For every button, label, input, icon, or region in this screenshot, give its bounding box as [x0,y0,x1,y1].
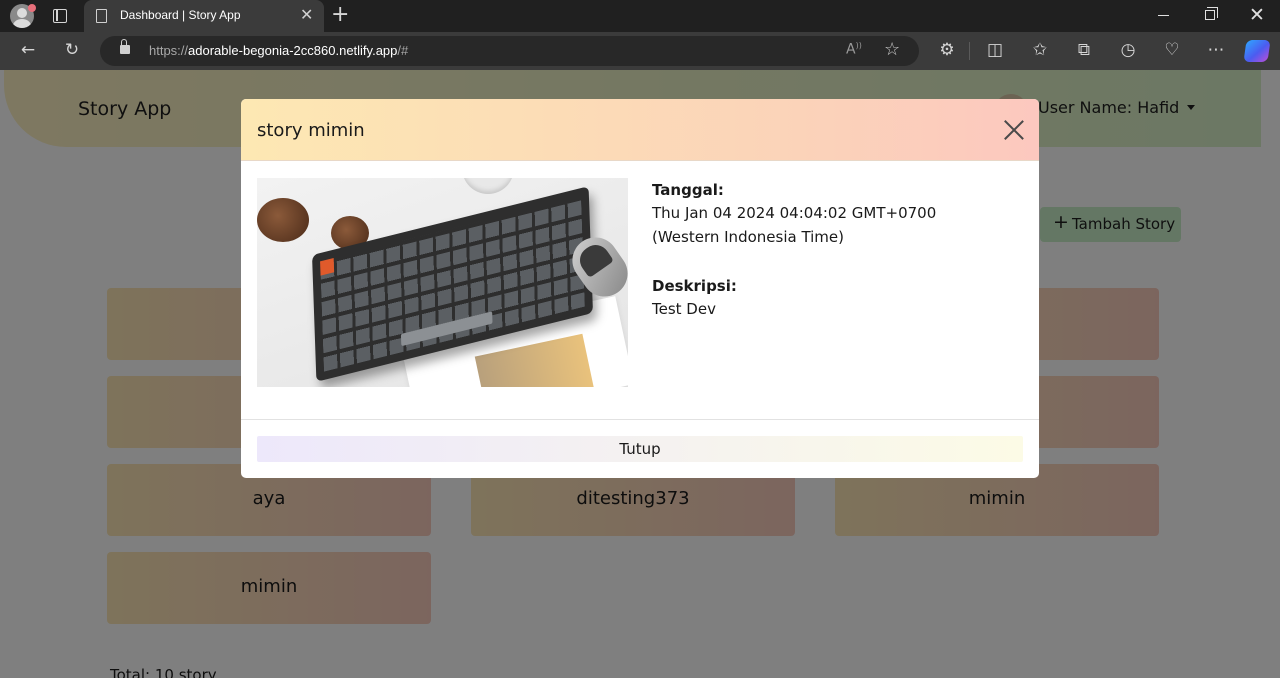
toolbar-divider [969,42,970,60]
close-modal-button[interactable]: Tutup [257,436,1023,462]
tab-actions-icon[interactable] [53,9,67,23]
address-bar[interactable]: https://adorable-begonia-2cc860.netlify.… [100,36,919,66]
url-text[interactable]: https://adorable-begonia-2cc860.netlify.… [149,43,408,58]
browser-toolbar: ← ↻ https://adorable-begonia-2cc860.netl… [0,32,1280,70]
back-icon[interactable]: ← [17,39,39,61]
description-label: Deskripsi: [652,277,737,295]
story-detail-modal: story mimin Tanggal: Thu Jan 04 2024 04:… [241,99,1039,478]
modal-header: story mimin [241,99,1039,161]
story-image [257,178,628,387]
new-tab-icon[interactable]: + [331,3,349,27]
refresh-icon[interactable]: ↻ [61,39,83,61]
description-value: Test Dev [652,300,716,318]
history-icon[interactable]: ◷ [1117,39,1139,61]
cup-graphic [462,178,514,194]
profile-notification-dot [28,4,36,12]
modal-title: story mimin [257,120,365,141]
extensions-icon[interactable]: ⚙ [936,39,958,61]
page-icon [96,9,107,23]
page-content: Story App User Name: Hafid + Tambah Stor… [0,70,1280,678]
date-label: Tanggal: [652,181,724,199]
browser-titlebar: Dashboard | Story App ✕ + ✕ [0,0,1280,32]
browser-tab-dashboard[interactable]: Dashboard | Story App ✕ [84,0,324,32]
read-aloud-icon[interactable]: A)) [846,41,862,58]
collections-icon[interactable]: ⧉ [1073,39,1095,61]
favorites-icon[interactable]: ✩ [1029,39,1051,61]
restore-icon[interactable] [1205,7,1218,20]
close-icon[interactable] [1003,119,1025,141]
minimize-icon[interactable] [1158,15,1169,17]
copilot-icon[interactable] [1243,40,1271,62]
tab-title: Dashboard | Story App [120,8,241,22]
lock-icon[interactable] [120,39,130,54]
split-screen-icon[interactable]: ◫ [984,39,1006,61]
pinecone-graphic [257,198,309,242]
modal-footer: Tutup [241,419,1039,478]
date-value: Thu Jan 04 2024 04:04:02 GMT+0700 (Weste… [652,204,937,246]
more-menu-icon[interactable]: ⋯ [1205,39,1227,61]
favorite-star-icon[interactable]: ☆ [884,39,900,60]
close-tab-icon[interactable]: ✕ [300,6,313,24]
window-close-icon[interactable]: ✕ [1249,5,1265,25]
performance-icon[interactable]: ♡ [1161,39,1183,61]
